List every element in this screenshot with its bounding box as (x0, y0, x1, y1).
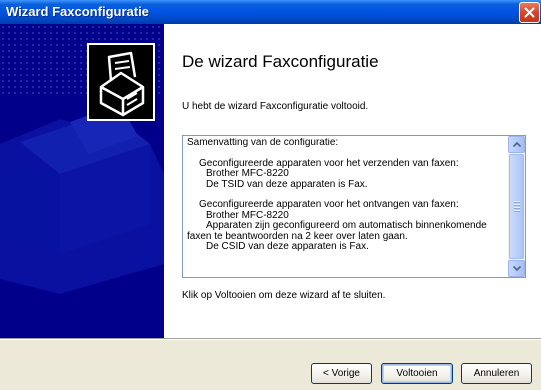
summary-line: Brother MFC-8220 (206, 168, 289, 179)
button-bar: < Vorige Voltooien Annuleren (0, 338, 541, 390)
fax-wizard-logo-icon (87, 43, 155, 121)
scroll-down-arrow-icon (513, 266, 521, 271)
intro-text: U hebt de wizard Faxconfiguratie voltooi… (182, 101, 369, 112)
page-title: De wizard Faxconfiguratie (182, 52, 379, 71)
scroll-down-button[interactable] (508, 260, 525, 277)
scroll-up-arrow-icon (513, 142, 521, 147)
finish-instruction-text: Klik op Voltooien om deze wizard af te s… (182, 290, 386, 301)
vertical-scrollbar[interactable] (508, 136, 525, 277)
title-bar[interactable]: Wizard Faxconfiguratie (0, 0, 541, 24)
cancel-button[interactable]: Annuleren (461, 363, 532, 384)
close-button[interactable] (519, 2, 540, 23)
back-button[interactable]: < Vorige (311, 363, 372, 384)
scroll-up-button[interactable] (508, 136, 525, 153)
summary-line: Apparaten zijn geconfigureerd om automat… (206, 220, 487, 231)
wizard-content: De wizard Faxconfiguratie U hebt de wiza… (164, 24, 541, 338)
close-icon (524, 7, 535, 18)
summary-line: De CSID van deze apparaten is Fax. (206, 241, 369, 252)
summary-line: De TSID van deze apparaten is Fax. (206, 178, 368, 190)
configuration-summary-text[interactable]: Samenvatting van de configuratie: Geconf… (187, 138, 505, 274)
scroll-thumb[interactable] (509, 154, 524, 259)
summary-line: Geconfigureerde apparaten voor het ontva… (199, 199, 459, 210)
summary-line: Samenvatting van de configuratie: (187, 138, 339, 148)
configuration-summary-box[interactable]: Samenvatting van de configuratie: Geconf… (182, 135, 526, 278)
window-title: Wizard Faxconfiguratie (6, 4, 149, 19)
wizard-side-panel (0, 24, 164, 338)
finish-button[interactable]: Voltooien (381, 363, 453, 384)
